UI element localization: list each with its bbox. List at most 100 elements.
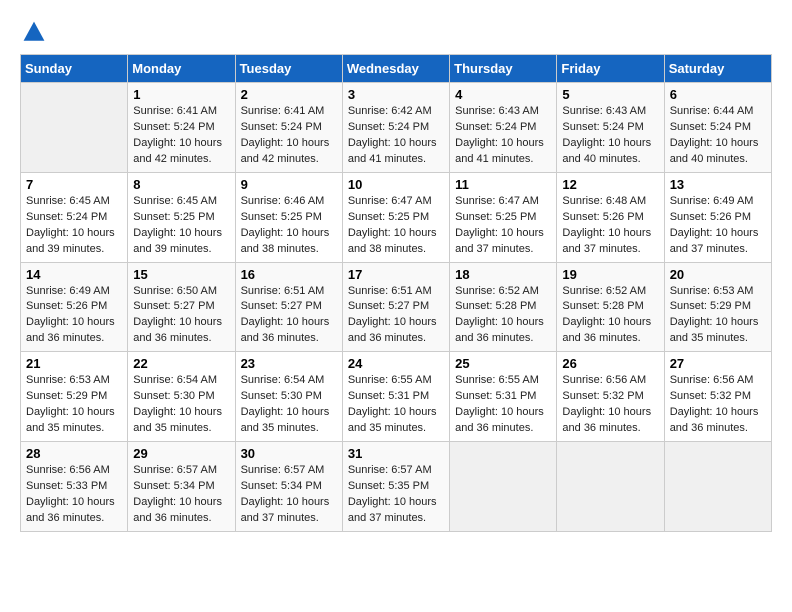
calendar-cell: 2Sunrise: 6:41 AM Sunset: 5:24 PM Daylig… bbox=[235, 83, 342, 173]
day-number: 31 bbox=[348, 446, 444, 461]
calendar-cell: 26 Sunrise: 6:56 AM Sunset: 5:32 PM Dayli… bbox=[557, 352, 664, 442]
cell-content: Sunrise: 6:48 AM Sunset: 5:26 PM Dayligh… bbox=[562, 194, 658, 258]
calendar-cell: 18 Sunrise: 6:52 AM Sunset: 5:28 PM Dayli… bbox=[450, 262, 557, 352]
cell-content: Sunrise: 6:57 AM Sunset: 5:34 PM Dayligh… bbox=[241, 463, 337, 527]
calendar-cell: 21 Sunrise: 6:53 AM Sunset: 5:29 PM Dayli… bbox=[21, 352, 128, 442]
header-cell-sunday: Sunday bbox=[21, 55, 128, 83]
calendar-cell: 30 Sunrise: 6:57 AM Sunset: 5:34 PM Dayli… bbox=[235, 442, 342, 532]
calendar-cell bbox=[21, 83, 128, 173]
day-number: 27 bbox=[670, 356, 766, 371]
cell-content: Sunrise: 6:54 AM Sunset: 5:30 PM Dayligh… bbox=[133, 373, 229, 437]
day-number: 7 bbox=[26, 177, 122, 192]
calendar-cell bbox=[557, 442, 664, 532]
calendar-cell: 12Sunrise: 6:48 AM Sunset: 5:26 PM Dayli… bbox=[557, 172, 664, 262]
cell-content: Sunrise: 6:43 AM Sunset: 5:24 PM Dayligh… bbox=[455, 104, 551, 168]
day-number: 20 bbox=[670, 267, 766, 282]
calendar-table: SundayMondayTuesdayWednesdayThursdayFrid… bbox=[20, 54, 772, 532]
day-number: 25 bbox=[455, 356, 551, 371]
cell-content: Sunrise: 6:53 AM Sunset: 5:29 PM Dayligh… bbox=[26, 373, 122, 437]
day-number: 26 bbox=[562, 356, 658, 371]
calendar-cell: 25 Sunrise: 6:55 AM Sunset: 5:31 PM Dayli… bbox=[450, 352, 557, 442]
calendar-cell: 22 Sunrise: 6:54 AM Sunset: 5:30 PM Dayli… bbox=[128, 352, 235, 442]
logo bbox=[20, 20, 46, 44]
calendar-cell: 29 Sunrise: 6:57 AM Sunset: 5:34 PM Dayli… bbox=[128, 442, 235, 532]
cell-content: Sunrise: 6:47 AM Sunset: 5:25 PM Dayligh… bbox=[455, 194, 551, 258]
header-cell-tuesday: Tuesday bbox=[235, 55, 342, 83]
cell-content: Sunrise: 6:51 AM Sunset: 5:27 PM Dayligh… bbox=[348, 284, 444, 348]
calendar-cell: 16Sunrise: 6:51 AM Sunset: 5:27 PM Dayli… bbox=[235, 262, 342, 352]
header bbox=[20, 20, 772, 44]
calendar-cell: 27 Sunrise: 6:56 AM Sunset: 5:32 PM Dayli… bbox=[664, 352, 771, 442]
day-number: 22 bbox=[133, 356, 229, 371]
cell-content: Sunrise: 6:56 AM Sunset: 5:33 PM Dayligh… bbox=[26, 463, 122, 527]
day-number: 17 bbox=[348, 267, 444, 282]
cell-content: Sunrise: 6:52 AM Sunset: 5:28 PM Dayligh… bbox=[455, 284, 551, 348]
calendar-header: SundayMondayTuesdayWednesdayThursdayFrid… bbox=[21, 55, 772, 83]
day-number: 23 bbox=[241, 356, 337, 371]
day-number: 4 bbox=[455, 87, 551, 102]
calendar-cell: 6 Sunrise: 6:44 AM Sunset: 5:24 PM Daylig… bbox=[664, 83, 771, 173]
header-cell-thursday: Thursday bbox=[450, 55, 557, 83]
cell-content: Sunrise: 6:43 AM Sunset: 5:24 PM Dayligh… bbox=[562, 104, 658, 168]
cell-content: Sunrise: 6:53 AM Sunset: 5:29 PM Dayligh… bbox=[670, 284, 766, 348]
calendar-cell: 17 Sunrise: 6:51 AM Sunset: 5:27 PM Dayli… bbox=[342, 262, 449, 352]
day-number: 28 bbox=[26, 446, 122, 461]
week-row-4: 21 Sunrise: 6:53 AM Sunset: 5:29 PM Dayli… bbox=[21, 352, 772, 442]
day-number: 19 bbox=[562, 267, 658, 282]
header-row: SundayMondayTuesdayWednesdayThursdayFrid… bbox=[21, 55, 772, 83]
header-cell-saturday: Saturday bbox=[664, 55, 771, 83]
calendar-cell: 20 Sunrise: 6:53 AM Sunset: 5:29 PM Dayli… bbox=[664, 262, 771, 352]
header-cell-friday: Friday bbox=[557, 55, 664, 83]
calendar-cell: 9Sunrise: 6:46 AM Sunset: 5:25 PM Daylig… bbox=[235, 172, 342, 262]
cell-content: Sunrise: 6:49 AM Sunset: 5:26 PM Dayligh… bbox=[670, 194, 766, 258]
cell-content: Sunrise: 6:49 AM Sunset: 5:26 PM Dayligh… bbox=[26, 284, 122, 348]
day-number: 5 bbox=[562, 87, 658, 102]
cell-content: Sunrise: 6:47 AM Sunset: 5:25 PM Dayligh… bbox=[348, 194, 444, 258]
calendar-cell: 28 Sunrise: 6:56 AM Sunset: 5:33 PM Dayli… bbox=[21, 442, 128, 532]
calendar-cell: 10 Sunrise: 6:47 AM Sunset: 5:25 PM Dayli… bbox=[342, 172, 449, 262]
cell-content: Sunrise: 6:57 AM Sunset: 5:35 PM Dayligh… bbox=[348, 463, 444, 527]
cell-content: Sunrise: 6:52 AM Sunset: 5:28 PM Dayligh… bbox=[562, 284, 658, 348]
cell-content: Sunrise: 6:55 AM Sunset: 5:31 PM Dayligh… bbox=[455, 373, 551, 437]
calendar-cell: 15Sunrise: 6:50 AM Sunset: 5:27 PM Dayli… bbox=[128, 262, 235, 352]
day-number: 9 bbox=[241, 177, 337, 192]
week-row-1: 1Sunrise: 6:41 AM Sunset: 5:24 PM Daylig… bbox=[21, 83, 772, 173]
day-number: 24 bbox=[348, 356, 444, 371]
calendar-cell: 14 Sunrise: 6:49 AM Sunset: 5:26 PM Dayli… bbox=[21, 262, 128, 352]
calendar-cell: 11 Sunrise: 6:47 AM Sunset: 5:25 PM Dayli… bbox=[450, 172, 557, 262]
day-number: 6 bbox=[670, 87, 766, 102]
calendar-cell: 24 Sunrise: 6:55 AM Sunset: 5:31 PM Dayli… bbox=[342, 352, 449, 442]
calendar-cell bbox=[664, 442, 771, 532]
cell-content: Sunrise: 6:56 AM Sunset: 5:32 PM Dayligh… bbox=[562, 373, 658, 437]
day-number: 18 bbox=[455, 267, 551, 282]
calendar-cell: 19 Sunrise: 6:52 AM Sunset: 5:28 PM Dayli… bbox=[557, 262, 664, 352]
cell-content: Sunrise: 6:51 AM Sunset: 5:27 PM Dayligh… bbox=[241, 284, 337, 348]
day-number: 29 bbox=[133, 446, 229, 461]
calendar-cell: 4 Sunrise: 6:43 AM Sunset: 5:24 PM Daylig… bbox=[450, 83, 557, 173]
header-cell-wednesday: Wednesday bbox=[342, 55, 449, 83]
day-number: 15 bbox=[133, 267, 229, 282]
day-number: 2 bbox=[241, 87, 337, 102]
calendar-cell: 31 Sunrise: 6:57 AM Sunset: 5:35 PM Dayli… bbox=[342, 442, 449, 532]
day-number: 30 bbox=[241, 446, 337, 461]
day-number: 3 bbox=[348, 87, 444, 102]
day-number: 21 bbox=[26, 356, 122, 371]
cell-content: Sunrise: 6:44 AM Sunset: 5:24 PM Dayligh… bbox=[670, 104, 766, 168]
day-number: 1 bbox=[133, 87, 229, 102]
logo-icon bbox=[22, 20, 46, 44]
cell-content: Sunrise: 6:54 AM Sunset: 5:30 PM Dayligh… bbox=[241, 373, 337, 437]
week-row-3: 14 Sunrise: 6:49 AM Sunset: 5:26 PM Dayli… bbox=[21, 262, 772, 352]
header-cell-monday: Monday bbox=[128, 55, 235, 83]
day-number: 11 bbox=[455, 177, 551, 192]
cell-content: Sunrise: 6:45 AM Sunset: 5:24 PM Dayligh… bbox=[26, 194, 122, 258]
day-number: 8 bbox=[133, 177, 229, 192]
cell-content: Sunrise: 6:55 AM Sunset: 5:31 PM Dayligh… bbox=[348, 373, 444, 437]
cell-content: Sunrise: 6:42 AM Sunset: 5:24 PM Dayligh… bbox=[348, 104, 444, 168]
day-number: 13 bbox=[670, 177, 766, 192]
cell-content: Sunrise: 6:56 AM Sunset: 5:32 PM Dayligh… bbox=[670, 373, 766, 437]
calendar-cell: 5 Sunrise: 6:43 AM Sunset: 5:24 PM Daylig… bbox=[557, 83, 664, 173]
cell-content: Sunrise: 6:57 AM Sunset: 5:34 PM Dayligh… bbox=[133, 463, 229, 527]
calendar-cell: 3 Sunrise: 6:42 AM Sunset: 5:24 PM Daylig… bbox=[342, 83, 449, 173]
day-number: 14 bbox=[26, 267, 122, 282]
day-number: 10 bbox=[348, 177, 444, 192]
